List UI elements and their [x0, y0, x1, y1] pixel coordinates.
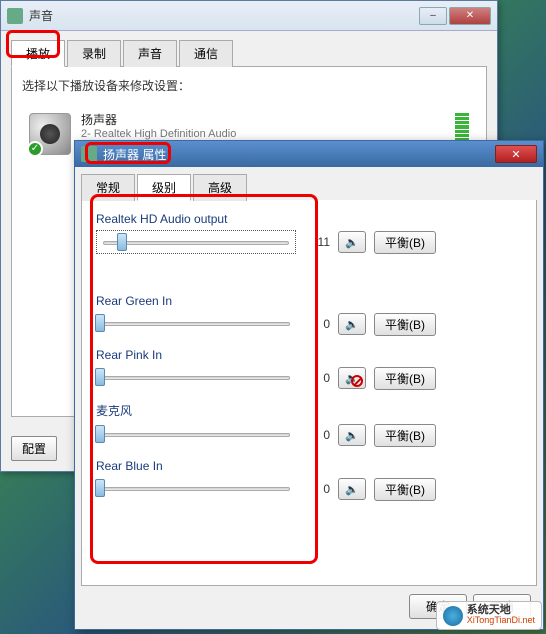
- device-name: 扬声器: [81, 111, 445, 128]
- channel-row: Rear Pink In 0 🔈 平衡(B): [96, 348, 522, 390]
- device-driver: 2- Realtek High Definition Audio: [81, 128, 445, 140]
- tab-levels[interactable]: 级别: [137, 174, 191, 201]
- channel-label: Rear Pink In: [96, 348, 522, 362]
- tab-sounds[interactable]: 声音: [123, 40, 177, 67]
- levels-pane: Realtek HD Audio output11🔈平衡(B)Rear Gree…: [81, 200, 537, 586]
- mute-button[interactable]: 🔈: [338, 367, 366, 389]
- balance-button[interactable]: 平衡(B): [374, 313, 436, 336]
- volume-slider[interactable]: [96, 423, 296, 447]
- speaker-properties-dialog: 扬声器 属性 ✕ 常规 级别 高级 Realtek HD Audio outpu…: [74, 140, 544, 630]
- props-tabstrip: 常规 级别 高级: [81, 173, 537, 200]
- sound-window-icon: [7, 8, 23, 24]
- watermark-url: XiTongTianDi.net: [467, 615, 535, 625]
- configure-button[interactable]: 配置: [11, 436, 57, 461]
- mute-button[interactable]: 🔈: [338, 313, 366, 335]
- tab-general[interactable]: 常规: [81, 174, 135, 201]
- watermark: 系统天地 XiTongTianDi.net: [436, 601, 542, 630]
- volume-value: 0: [304, 482, 330, 496]
- default-check-icon: ✓: [27, 141, 43, 157]
- volume-value: 0: [304, 371, 330, 385]
- channel-label: Realtek HD Audio output: [96, 212, 522, 226]
- channel-row: 麦克风 0 🔈 平衡(B): [96, 402, 522, 447]
- balance-button[interactable]: 平衡(B): [374, 231, 436, 254]
- tab-recording[interactable]: 录制: [67, 40, 121, 67]
- balance-button[interactable]: 平衡(B): [374, 367, 436, 390]
- balance-button[interactable]: 平衡(B): [374, 424, 436, 447]
- sound-titlebar[interactable]: 声音 – ✕: [1, 1, 497, 31]
- watermark-icon: [443, 606, 463, 626]
- sound-title: 声音: [29, 7, 419, 24]
- sound-tabstrip: 播放 录制 声音 通信: [11, 39, 487, 67]
- volume-slider[interactable]: [96, 366, 296, 390]
- volume-slider[interactable]: [96, 230, 296, 254]
- mute-button[interactable]: 🔈: [338, 478, 366, 500]
- props-titlebar[interactable]: 扬声器 属性 ✕: [75, 141, 543, 167]
- tab-playback[interactable]: 播放: [11, 40, 65, 67]
- channel-label: Rear Green In: [96, 294, 522, 308]
- channel-row: Realtek HD Audio output 11 🔈 平衡(B): [96, 212, 522, 254]
- close-button[interactable]: ✕: [449, 7, 491, 25]
- mute-button[interactable]: 🔈: [338, 231, 366, 253]
- volume-value: 11: [304, 235, 330, 249]
- props-title: 扬声器 属性: [103, 146, 495, 163]
- props-window-icon: [81, 146, 97, 162]
- channel-row: Rear Green In 0 🔈 平衡(B): [96, 294, 522, 336]
- tab-communications[interactable]: 通信: [179, 40, 233, 67]
- volume-value: 0: [304, 428, 330, 442]
- volume-slider[interactable]: [96, 477, 296, 501]
- minimize-button[interactable]: –: [419, 7, 447, 25]
- tab-advanced[interactable]: 高级: [193, 174, 247, 201]
- channel-label: Rear Blue In: [96, 459, 522, 473]
- balance-button[interactable]: 平衡(B): [374, 478, 436, 501]
- volume-slider[interactable]: [96, 312, 296, 336]
- channel-label: 麦克风: [96, 402, 522, 419]
- props-close-button[interactable]: ✕: [495, 145, 537, 163]
- volume-value: 0: [304, 317, 330, 331]
- mute-button[interactable]: 🔈: [338, 424, 366, 446]
- channel-row: Rear Blue In 0 🔈 平衡(B): [96, 459, 522, 501]
- playback-instruction: 选择以下播放设备来修改设置：: [22, 77, 476, 94]
